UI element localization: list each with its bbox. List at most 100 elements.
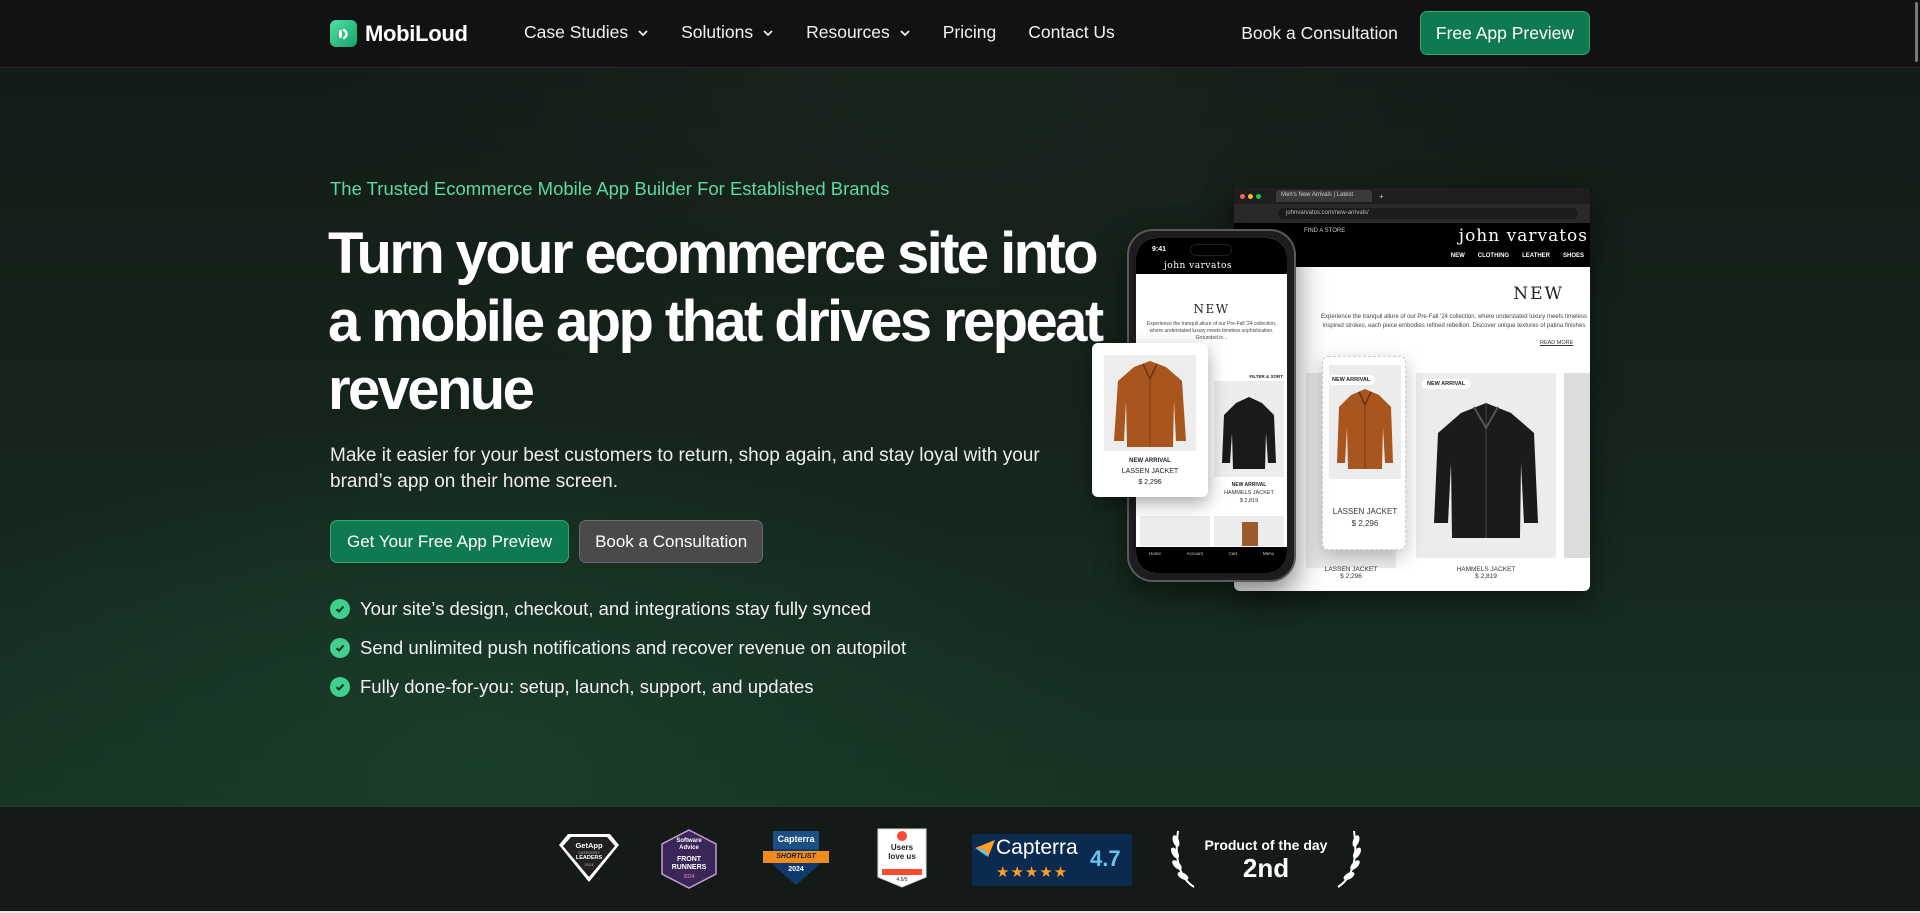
browser-tab: Men's New Arrivals | Latest — [1276, 190, 1372, 202]
product-price: $ 2,296 — [1351, 519, 1379, 528]
scrollbar-thumb[interactable] — [1915, 2, 1918, 62]
nav-item-label: Resources — [806, 22, 890, 42]
book-consultation-button[interactable]: Book a Consultation — [579, 520, 764, 563]
headline-line: revenue — [328, 357, 535, 422]
software-advice-brand: Advice — [679, 845, 699, 851]
filter-sort-button: FILTER & SORT — [1249, 374, 1283, 379]
floating-product-card: NEW ARRIVAL LASSEN JACKET $ 2,296 — [1322, 356, 1406, 550]
plus-icon: + — [1379, 191, 1384, 201]
chevron-down-icon — [638, 29, 648, 36]
product-of-the-day-badge: Product of the day 2nd — [1168, 825, 1364, 891]
benefit-text: Your site’s design, checkout, and integr… — [360, 597, 872, 619]
capterra-logo-icon — [975, 840, 995, 857]
product-name: LASSEN JACKET — [1332, 507, 1398, 516]
site-brand: john varvatos — [1458, 226, 1588, 246]
product-card — [1564, 373, 1590, 558]
nav-actions: Book a Consultation Free App Preview — [1241, 11, 1590, 55]
nav-item-label: Case Studies — [524, 22, 629, 42]
brown-jacket-image — [1337, 389, 1393, 469]
page-scrollbar[interactable] — [1912, 0, 1920, 913]
nav-item-case-studies[interactable]: Case Studies — [524, 22, 649, 43]
minimize-dot-icon — [1248, 193, 1253, 199]
site-menu: NEW CLOTHING LEATHER SHOES — [1451, 253, 1584, 259]
hero-eyebrow: The Trusted Ecommerce Mobile App Builder… — [330, 178, 890, 199]
new-arrival-badge: NEW ARRIVAL — [1129, 458, 1171, 464]
free-app-preview-button[interactable]: Free App Preview — [1419, 11, 1590, 55]
phone-brand: john varvatos — [1164, 261, 1233, 271]
chevron-down-icon — [763, 29, 773, 36]
maximize-dot-icon — [1256, 193, 1261, 199]
phone-section-title: NEW — [1193, 302, 1230, 316]
site-description: Experience the tranquil allure of our Pr… — [1321, 314, 1587, 329]
product-caption: HAMMELS JACKET $ 2,819 — [1416, 566, 1556, 580]
capterra-shortlist-badge: Capterra SHORTLIST 2024 — [761, 829, 831, 892]
nav-item-solutions[interactable]: Solutions — [681, 22, 774, 43]
tab-home: Home — [1148, 551, 1161, 556]
product-image-frame — [1214, 516, 1284, 546]
hero-subheading: Make it easier for your best customers t… — [330, 445, 1040, 492]
capterra-brand: Capterra — [777, 834, 815, 844]
getapp-badge: GetApp CATEGORY LEADERS 2024 — [558, 833, 620, 888]
capterra-rating-badge: Capterra ★★★★★ 4.7 — [972, 834, 1132, 886]
nav-item-label: Solutions — [681, 22, 754, 42]
star-rating-icon: ★★★★★ — [996, 864, 1069, 881]
nav-item-pricing[interactable]: Pricing — [943, 22, 997, 43]
benefit-text: Fully done-for-you: setup, launch, suppo… — [360, 675, 814, 697]
product-of-day-rank: 2nd — [1242, 853, 1290, 883]
site-menu-item: SHOES — [1562, 253, 1584, 259]
tab-menu: Menu — [1262, 551, 1275, 556]
nav-item-label: Contact Us — [1028, 22, 1115, 42]
check-circle-icon — [330, 598, 350, 619]
capterra-brand: Capterra — [996, 836, 1078, 859]
check-circle-icon — [330, 637, 350, 658]
software-advice-line: FRONT — [676, 856, 702, 863]
nav-item-contact-us[interactable]: Contact Us — [1028, 22, 1115, 43]
product-price: $ 2,819 — [1475, 573, 1497, 580]
site-menu-item: NEW — [1450, 253, 1465, 259]
awards-strip: GetApp CATEGORY LEADERS 2024 Software Ad… — [0, 806, 1920, 913]
nav-item-resources[interactable]: Resources — [806, 22, 911, 43]
list-item: Fully done-for-you: setup, launch, suppo… — [330, 667, 906, 706]
capterra-score: 4.7 — [1090, 846, 1121, 871]
hero-headline: Turn your ecommerce site into a mobile a… — [328, 220, 1108, 424]
product-image-frame: NEW ARRIVAL — [1327, 365, 1401, 479]
dynamic-island — [1190, 244, 1232, 256]
product-of-day-title: Product of the day — [1204, 837, 1328, 853]
top-navigation: MobiLoud Case Studies Solutions Resource… — [0, 0, 1920, 68]
product-name: LASSEN JACKET — [1324, 566, 1378, 573]
benefit-text: Send unlimited push notifications and re… — [360, 636, 907, 658]
phone-floating-product-card: NEW ARRIVAL LASSEN JACKET $ 2,296 — [1092, 343, 1208, 497]
site-menu-item: CLOTHING — [1477, 253, 1510, 259]
software-advice-line: RUNNERS — [671, 864, 707, 871]
list-item: Send unlimited push notifications and re… — [330, 628, 906, 667]
logo-text: MobiLoud — [365, 20, 468, 46]
product-image-frame — [1140, 516, 1210, 546]
product-image-frame — [1104, 355, 1196, 451]
g2-line: love us — [888, 852, 916, 861]
logo[interactable]: MobiLoud — [330, 20, 468, 47]
tab-cart: Cart — [1228, 551, 1238, 556]
software-advice-year: 2024 — [683, 874, 695, 880]
product-caption: LASSEN JACKET $ 2,296 — [1306, 566, 1396, 580]
check-circle-icon — [330, 676, 350, 697]
product-image-frame — [1214, 381, 1284, 477]
site-menu-item: LEATHER — [1522, 253, 1550, 259]
chevron-down-icon — [900, 29, 910, 36]
nav-item-label: Pricing — [942, 22, 997, 42]
product-price: $ 2,819 — [1239, 498, 1259, 504]
g2-rating: 4.5/5 — [896, 877, 908, 883]
logo-icon — [330, 20, 357, 47]
product-name: HAMMELS JACKET — [1456, 566, 1516, 573]
product-price: $ 2,296 — [1138, 479, 1162, 486]
getapp-line: LEADERS — [575, 855, 603, 861]
get-free-app-preview-button[interactable]: Get Your Free App Preview — [330, 520, 570, 563]
find-store-link: FIND A STORE — [1304, 228, 1346, 234]
product-price: $ 2,296 — [1340, 573, 1362, 580]
brown-jacket-image — [1114, 361, 1186, 447]
book-consultation-link[interactable]: Book a Consultation — [1241, 23, 1398, 44]
browser-chrome: Men's New Arrivals | Latest + johnvarvat… — [1234, 188, 1590, 223]
tab-account: Account — [1186, 551, 1203, 556]
phone-description: Experience the tranquil allure of our Pr… — [1146, 321, 1277, 341]
phone-tab-bar: Home Account Cart Menu — [1136, 547, 1287, 573]
shortlist-ribbon: SHORTLIST — [776, 853, 816, 860]
